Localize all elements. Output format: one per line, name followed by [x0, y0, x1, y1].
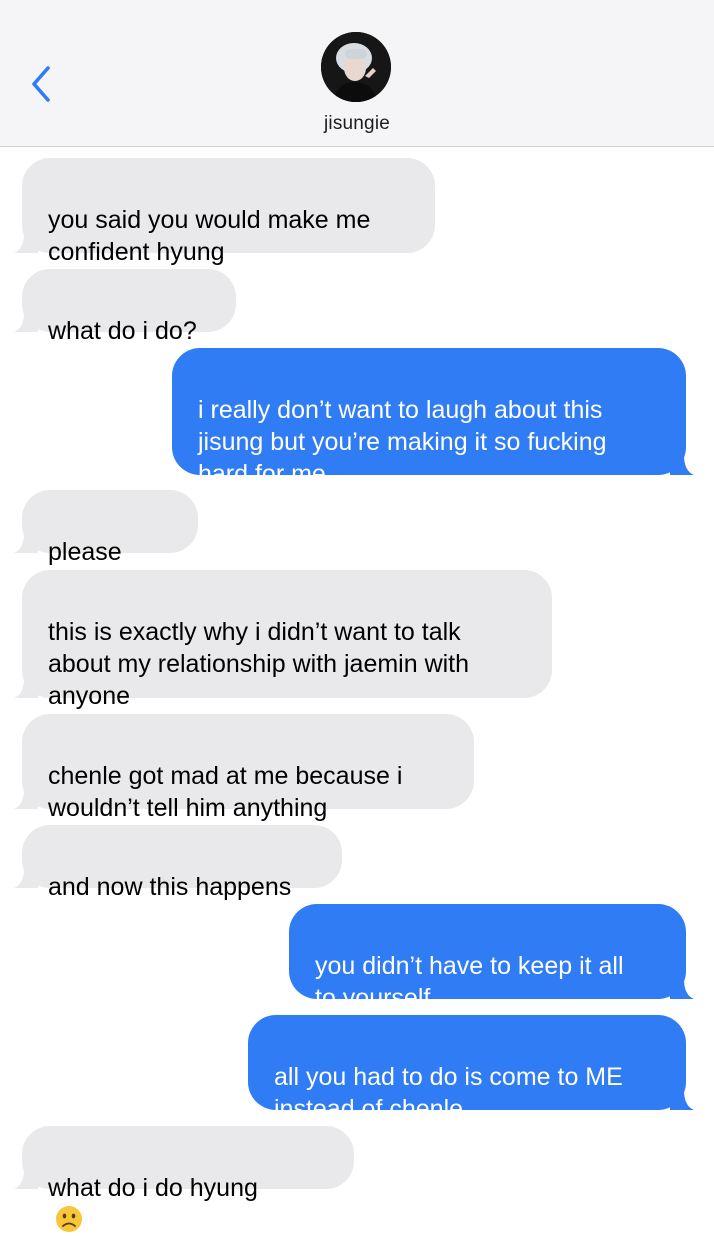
bubble-tail	[14, 862, 38, 888]
bubble-tail	[14, 672, 38, 698]
message-text: chenle got mad at me because i wouldn’t …	[48, 762, 403, 822]
message-text: you didn’t have to keep it all to yourse…	[315, 952, 624, 1012]
message-text: you said you would make me confident hyu…	[48, 206, 371, 266]
message-bubble-incoming[interactable]: and now this happens	[14, 825, 342, 901]
bubble-tail	[14, 527, 38, 553]
message-text: and now this happens	[48, 873, 292, 901]
message-bubble-incoming[interactable]: what do i do?	[14, 269, 236, 345]
message-text: please	[48, 538, 122, 566]
bubble-tail	[14, 783, 38, 809]
message-bubble-outgoing[interactable]: you didn’t have to keep it all to yourse…	[289, 904, 694, 1012]
bubble-tail	[14, 306, 38, 332]
chevron-left-icon	[32, 66, 50, 102]
contact-name[interactable]: jisungie	[0, 113, 714, 135]
slightly-frowning-face-emoji	[56, 1206, 82, 1232]
bubble-tail	[14, 227, 38, 253]
message-bubble-incoming[interactable]: what do i do hyung	[14, 1126, 354, 1232]
message-text: i really don’t want to laugh about this …	[198, 396, 607, 488]
message-bubble-incoming[interactable]: this is exactly why i didn’t want to tal…	[14, 570, 552, 710]
message-text: this is exactly why i didn’t want to tal…	[48, 618, 470, 710]
bubble-tail	[670, 1084, 694, 1110]
message-text: what do i do hyung	[48, 1174, 258, 1202]
message-bubble-incoming[interactable]: please	[14, 490, 198, 596]
message-bubble-incoming[interactable]: you said you would make me confident hyu…	[14, 158, 435, 266]
message-bubble-outgoing[interactable]: all you had to do is come to ME instead …	[248, 1015, 694, 1153]
bubble-tail	[670, 973, 694, 999]
bubble-tail	[14, 1163, 38, 1189]
message-bubble-outgoing[interactable]: i really don’t want to laugh about this …	[172, 348, 694, 488]
message-text: all you had to do is come to ME instead …	[274, 1063, 623, 1123]
message-bubble-incoming[interactable]: chenle got mad at me because i wouldn’t …	[14, 714, 474, 822]
avatar-photo	[321, 32, 391, 102]
contact-avatar[interactable]	[321, 32, 391, 102]
bubble-tail	[670, 449, 694, 475]
conversation-header: jisungie	[0, 0, 714, 147]
back-button[interactable]	[22, 64, 62, 104]
message-text: what do i do?	[48, 317, 197, 345]
